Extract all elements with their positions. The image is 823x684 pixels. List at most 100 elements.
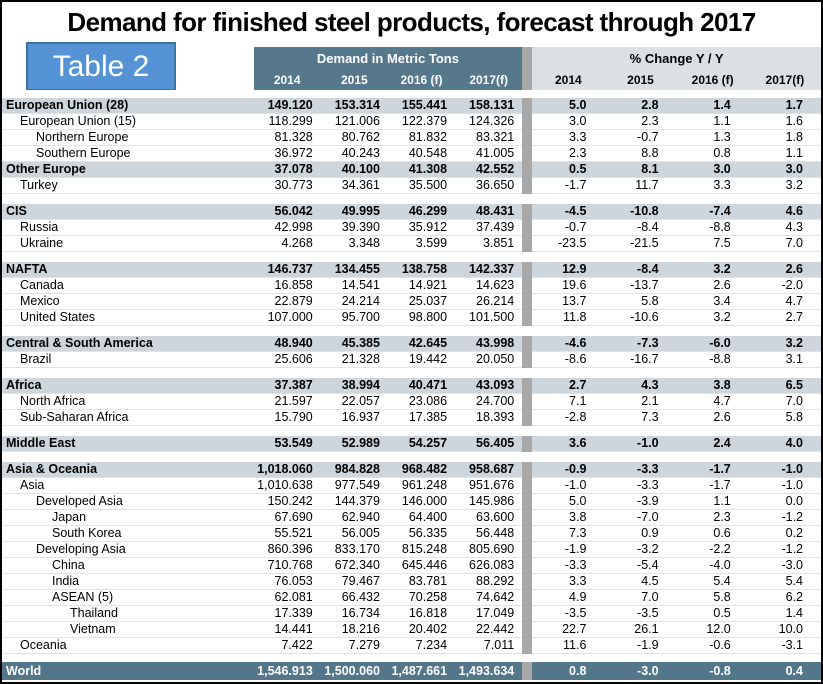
spacer-row — [2, 452, 821, 463]
change-value: -1.0 — [532, 478, 604, 494]
demand-value: 142.337 — [455, 262, 522, 278]
change-value: 3.3 — [677, 178, 749, 194]
region-label: United States — [2, 310, 254, 326]
vertical-divider — [522, 294, 532, 310]
demand-value: 121.006 — [321, 114, 388, 130]
change-value: -7.4 — [677, 204, 749, 220]
vertical-divider — [522, 220, 532, 236]
demand-value: 15.790 — [254, 410, 321, 426]
change-value: 1.1 — [749, 146, 821, 162]
region-label: Vietnam — [2, 622, 254, 638]
steel-demand-table: Demand in Metric Tons % Change Y / Y 201… — [2, 47, 821, 680]
table-row: United States107.00095.70098.800101.5001… — [2, 310, 821, 326]
demand-value: 16.858 — [254, 278, 321, 294]
demand-value: 83.321 — [455, 130, 522, 146]
change-value: -10.8 — [604, 204, 676, 220]
change-value: 1.3 — [677, 130, 749, 146]
region-label: North Africa — [2, 394, 254, 410]
region-label: World — [2, 662, 254, 680]
change-value: -0.8 — [677, 662, 749, 680]
change-value: 19.6 — [532, 278, 604, 294]
demand-value: 21.597 — [254, 394, 321, 410]
change-value: -4.0 — [677, 558, 749, 574]
demand-value: 62.081 — [254, 590, 321, 606]
change-value: 7.0 — [604, 590, 676, 606]
change-value: -3.1 — [749, 638, 821, 654]
table-row: South Korea55.52156.00556.33556.4487.30.… — [2, 526, 821, 542]
vertical-divider — [522, 204, 532, 220]
demand-value: 21.328 — [321, 352, 388, 368]
spacer-row — [2, 426, 821, 437]
change-value: 4.0 — [749, 436, 821, 452]
change-value: 1.8 — [749, 130, 821, 146]
vertical-divider — [522, 410, 532, 426]
demand-group-header: Demand in Metric Tons — [254, 47, 523, 69]
vertical-divider — [522, 394, 532, 410]
change-value: -8.8 — [677, 220, 749, 236]
vertical-divider — [522, 526, 532, 542]
change-value: 12.9 — [532, 262, 604, 278]
change-value: 22.7 — [532, 622, 604, 638]
change-value: 0.8 — [532, 662, 604, 680]
demand-value: 645.446 — [388, 558, 455, 574]
demand-value: 22.879 — [254, 294, 321, 310]
change-value: 1.4 — [677, 98, 749, 114]
change-value: 5.0 — [532, 494, 604, 510]
change-value: 4.3 — [604, 378, 676, 394]
demand-value: 37.078 — [254, 162, 321, 178]
change-value: 26.1 — [604, 622, 676, 638]
vertical-divider — [522, 478, 532, 494]
demand-value: 124.326 — [455, 114, 522, 130]
vertical-divider — [522, 426, 532, 437]
table-row: Ukraine4.2683.3483.5993.851-23.5-21.57.5… — [2, 236, 821, 252]
change-value: -1.2 — [749, 510, 821, 526]
demand-value: 25.037 — [388, 294, 455, 310]
vertical-divider — [522, 90, 532, 98]
demand-year-2014: 2014 — [254, 69, 321, 90]
demand-value: 37.439 — [455, 220, 522, 236]
demand-value: 42.645 — [388, 336, 455, 352]
table-row: Middle East53.54952.98954.25756.4053.6-1… — [2, 436, 821, 452]
region-label: Africa — [2, 378, 254, 394]
change-value: 11.8 — [532, 310, 604, 326]
demand-value: 38.994 — [321, 378, 388, 394]
demand-value: 88.292 — [455, 574, 522, 590]
change-value: 3.3 — [532, 130, 604, 146]
change-value: -13.7 — [604, 278, 676, 294]
region-label: Developed Asia — [2, 494, 254, 510]
table-row: NAFTA146.737134.455138.758142.33712.9-8.… — [2, 262, 821, 278]
change-value: 4.7 — [749, 294, 821, 310]
change-value: 2.6 — [749, 262, 821, 278]
demand-value: 42.552 — [455, 162, 522, 178]
demand-value: 24.700 — [455, 394, 522, 410]
change-value: 3.2 — [677, 262, 749, 278]
change-value: 7.5 — [677, 236, 749, 252]
vertical-divider — [522, 178, 532, 194]
vertical-divider — [522, 352, 532, 368]
table-row: Vietnam14.44118.21620.40222.44222.726.11… — [2, 622, 821, 638]
region-label: ASEAN (5) — [2, 590, 254, 606]
demand-value: 951.676 — [455, 478, 522, 494]
demand-value: 815.248 — [388, 542, 455, 558]
demand-value: 56.005 — [321, 526, 388, 542]
change-value: -1.9 — [604, 638, 676, 654]
vertical-divider — [522, 98, 532, 114]
change-value: 0.2 — [749, 526, 821, 542]
change-group-header: % Change Y / Y — [532, 47, 821, 69]
change-value: -1.9 — [532, 542, 604, 558]
region-label: Oceania — [2, 638, 254, 654]
change-value: -1.0 — [749, 462, 821, 478]
demand-value: 3.851 — [455, 236, 522, 252]
demand-value: 1,010.638 — [254, 478, 321, 494]
demand-value: 977.549 — [321, 478, 388, 494]
table-row: Oceania7.4227.2797.2347.01111.6-1.9-0.6-… — [2, 638, 821, 654]
demand-value: 53.549 — [254, 436, 321, 452]
change-value: -1.7 — [677, 478, 749, 494]
demand-value: 70.258 — [388, 590, 455, 606]
table-row: India76.05379.46783.78188.2923.34.55.45.… — [2, 574, 821, 590]
table-row: China710.768672.340645.446626.083-3.3-5.… — [2, 558, 821, 574]
demand-value: 1,493.634 — [455, 662, 522, 680]
change-value: 3.8 — [677, 378, 749, 394]
change-value: 1.1 — [677, 494, 749, 510]
change-value: 3.3 — [532, 574, 604, 590]
